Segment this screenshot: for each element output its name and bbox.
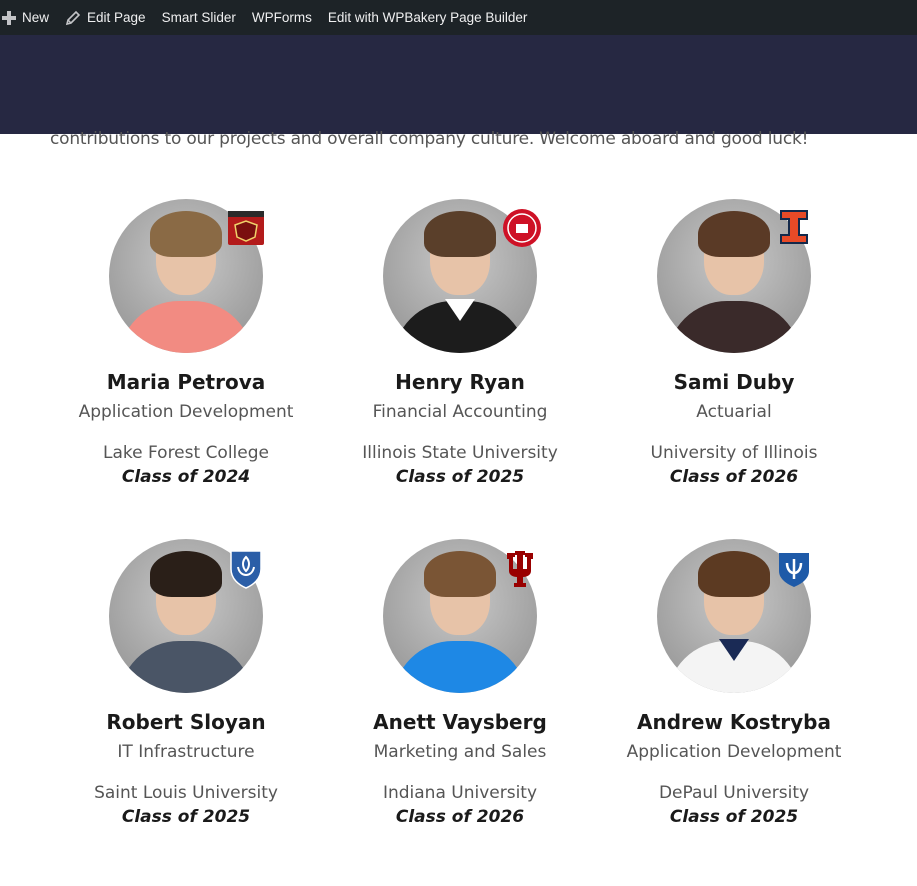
profile-photo [383, 199, 541, 353]
profile-photo [109, 199, 264, 353]
wpbakery-label: Edit with WPBakery Page Builder [327, 10, 528, 25]
member-school: Illinois State University [362, 443, 558, 463]
member-school: Indiana University [382, 783, 538, 803]
member-department: Marketing and Sales [373, 742, 547, 762]
admin-bar: New Edit Page Smart Slider WPForms Edit … [0, 0, 917, 35]
member-department: Application Development [78, 402, 294, 422]
team-card: Anett Vaysberg Marketing and Sales India… [330, 539, 590, 828]
team-card: Maria Petrova Application Development La… [56, 199, 316, 488]
profile-photo [657, 199, 811, 353]
edit-page-menu-item[interactable]: Edit Page [57, 0, 154, 35]
member-class: Class of 2026 [395, 807, 525, 827]
member-school: University of Illinois [650, 443, 818, 463]
intro-paragraph: contributions to our projects and overal… [50, 129, 809, 149]
member-department: Actuarial [696, 402, 772, 422]
indiana-trident-icon [499, 545, 541, 589]
new-label: New [22, 10, 50, 25]
smart-slider-label: Smart Slider [161, 10, 236, 25]
member-school: Saint Louis University [94, 783, 278, 803]
member-department: IT Infrastructure [117, 742, 255, 762]
new-menu-item[interactable]: New [0, 0, 57, 35]
wpbakery-menu-item[interactable]: Edit with WPBakery Page Builder [320, 0, 536, 35]
plus-icon [2, 10, 16, 25]
member-class: Class of 2024 [121, 467, 251, 487]
team-card: Henry Ryan Financial Accounting Illinois… [330, 199, 590, 488]
edit-page-label: Edit Page [87, 10, 146, 25]
member-name: Henry Ryan [395, 370, 525, 394]
depaul-shield-icon [773, 545, 815, 589]
profile-photo [657, 539, 811, 693]
illinois-state-seal-icon [499, 205, 541, 249]
member-class: Class of 2025 [395, 467, 525, 487]
member-name: Andrew Kostryba [637, 710, 831, 734]
wpforms-label: WPForms [251, 10, 312, 25]
member-class: Class of 2025 [121, 807, 251, 827]
wpforms-menu-item[interactable]: WPForms [244, 0, 320, 35]
member-name: Sami Duby [673, 370, 795, 394]
member-class: Class of 2025 [669, 807, 799, 827]
member-name: Robert Sloyan [106, 710, 266, 734]
pencil-icon [65, 10, 81, 26]
site-header-band [0, 35, 917, 134]
member-department: Application Development [626, 742, 842, 762]
member-name: Anett Vaysberg [373, 710, 547, 734]
member-class: Class of 2026 [669, 467, 799, 487]
profile-photo [109, 539, 263, 693]
profile-photo [383, 539, 537, 693]
team-card: Andrew Kostryba Application Development … [604, 539, 864, 828]
team-card: Robert Sloyan IT Infrastructure Saint Lo… [56, 539, 316, 828]
team-card: Sami Duby Actuarial University of Illino… [604, 199, 864, 488]
illinois-block-i-icon [773, 205, 815, 249]
member-department: Financial Accounting [372, 402, 548, 422]
member-school: DePaul University [658, 783, 810, 803]
saint-louis-fleur-shield-icon [225, 545, 267, 589]
smart-slider-menu-item[interactable]: Smart Slider [154, 0, 244, 35]
member-school: Lake Forest College [103, 443, 269, 463]
lake-forest-shield-icon [225, 205, 267, 249]
member-name: Maria Petrova [106, 370, 266, 394]
